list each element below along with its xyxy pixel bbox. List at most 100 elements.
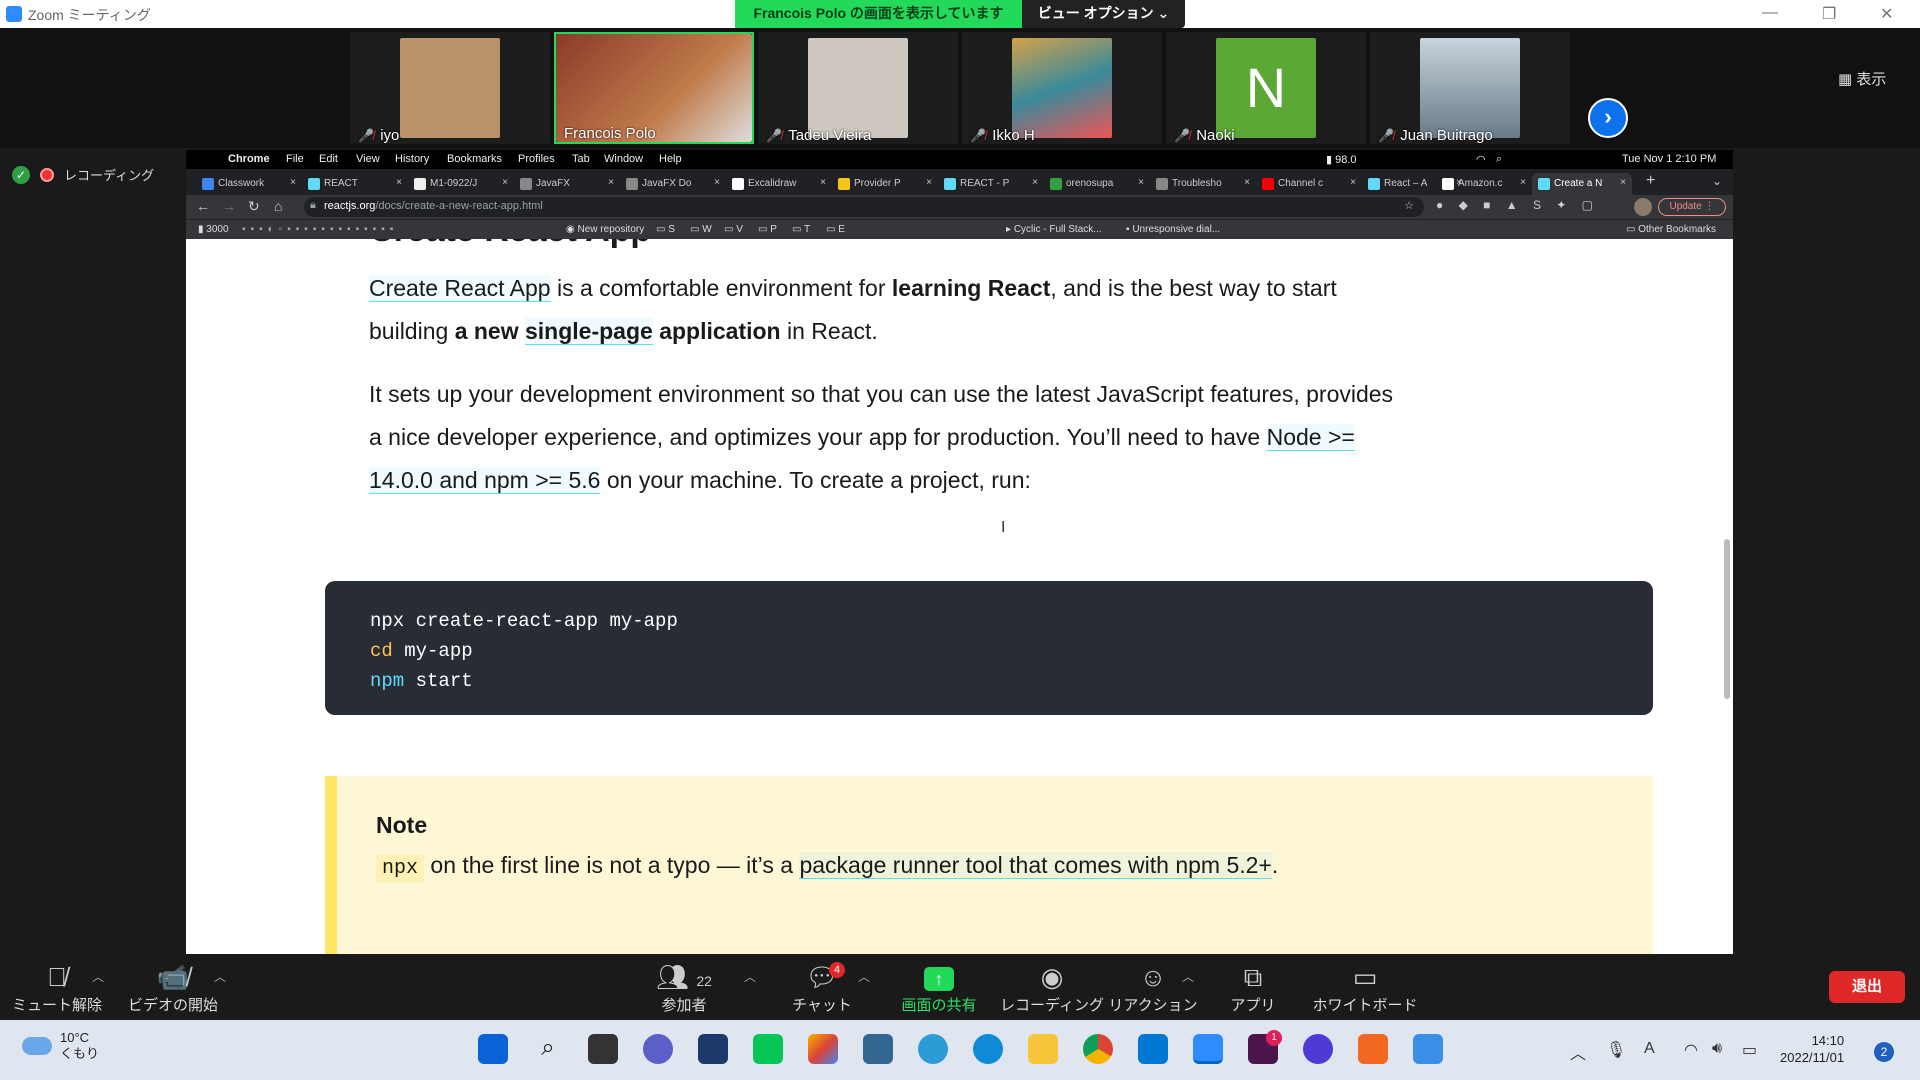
- app-icon[interactable]: [918, 1034, 948, 1064]
- whiteboard-button[interactable]: ▭ ホワイトボード: [1310, 960, 1420, 1015]
- start-icon[interactable]: [478, 1034, 508, 1064]
- close-tab-icon[interactable]: ×: [608, 177, 614, 188]
- view-button[interactable]: ▦ 表示: [1838, 68, 1886, 89]
- view-options-button[interactable]: ビュー オプション ⌄: [1022, 0, 1185, 28]
- menu-edit[interactable]: Edit: [319, 153, 338, 165]
- browser-tab-active[interactable]: Create a N ×: [1532, 173, 1632, 195]
- participants-button[interactable]: 👥︎ 22 参加者: [629, 960, 739, 1015]
- bookmark-folder[interactable]: ▭ S: [656, 224, 675, 235]
- participant-tile[interactable]: 🎤̸ iyo: [350, 32, 550, 144]
- chat-caret[interactable]: ︿: [858, 968, 870, 985]
- notification-badge[interactable]: 2: [1874, 1042, 1894, 1062]
- edge-icon[interactable]: [973, 1034, 1003, 1064]
- bookmark-folder[interactable]: ▭ P: [758, 224, 777, 235]
- microphone-icon[interactable]: 🎙︎: [1606, 1040, 1626, 1060]
- tray-chevron-icon[interactable]: ︿: [1570, 1040, 1586, 1064]
- teams-chat-icon[interactable]: [643, 1034, 673, 1064]
- bookmark-folder[interactable]: ▭ T: [792, 224, 810, 235]
- bookmark-item[interactable]: ▪ Unresponsive dial...: [1126, 224, 1220, 235]
- close-tab-icon[interactable]: ×: [1620, 177, 1626, 188]
- participant-tile[interactable]: N 🎤̸ Naoki: [1166, 32, 1366, 144]
- bookmark-item[interactable]: ▮ 3000: [198, 224, 229, 235]
- app-icon[interactable]: [1303, 1034, 1333, 1064]
- close-tab-icon[interactable]: ×: [396, 177, 402, 188]
- participant-tile[interactable]: 🎤̸ Juan Buitrago: [1370, 32, 1570, 144]
- browser-tab[interactable]: REACT ×: [302, 173, 408, 195]
- browser-tab[interactable]: Excalidraw ×: [726, 173, 832, 195]
- close-tab-icon[interactable]: ×: [926, 177, 932, 188]
- single-page-link[interactable]: single-page: [525, 318, 653, 345]
- menu-file[interactable]: File: [286, 153, 304, 165]
- menu-help[interactable]: Help: [659, 153, 682, 165]
- browser-tab[interactable]: JavaFX Do ×: [620, 173, 726, 195]
- recording-indicator[interactable]: ✓ レコーディング: [12, 165, 154, 184]
- close-tab-icon[interactable]: ×: [1520, 177, 1526, 188]
- new-tab-icon[interactable]: +: [1646, 172, 1655, 190]
- back-icon[interactable]: ←: [196, 198, 210, 214]
- menu-chrome[interactable]: Chrome: [228, 153, 270, 165]
- vscode-icon[interactable]: [1138, 1034, 1168, 1064]
- create-react-app-link[interactable]: Create React App: [369, 275, 551, 302]
- close-tab-icon[interactable]: ×: [714, 177, 720, 188]
- close-tab-icon[interactable]: ×: [1350, 177, 1356, 188]
- leave-button[interactable]: 退出: [1829, 971, 1905, 1003]
- menubar-clock[interactable]: Tue Nov 1 2:10 PM: [1622, 153, 1716, 165]
- taskbar-clock[interactable]: 14:10 2022/11/01: [1780, 1032, 1844, 1066]
- video-options-caret[interactable]: ︿: [214, 968, 226, 985]
- home-icon[interactable]: ⌂: [274, 198, 282, 214]
- extensions-icons[interactable]: ● ◆ ■ ▲ S ✦ ▢: [1436, 198, 1599, 212]
- wifi-icon[interactable]: ◠: [1476, 153, 1486, 166]
- close-tab-icon[interactable]: ×: [820, 177, 826, 188]
- browser-tab[interactable]: Amazon.c ×: [1436, 173, 1532, 195]
- profile-avatar[interactable]: [1634, 198, 1652, 216]
- close-tab-icon[interactable]: ×: [502, 177, 508, 188]
- browser-tab[interactable]: Troublesho ×: [1150, 173, 1256, 195]
- participant-tile[interactable]: 🎤̸ Ikko H: [962, 32, 1162, 144]
- browser-tab[interactable]: M1-0922/J ×: [408, 173, 514, 195]
- update-button[interactable]: Update ⋮: [1658, 198, 1726, 216]
- zoom-taskbar-icon[interactable]: [1193, 1034, 1223, 1064]
- browser-tab[interactable]: orenosupa ×: [1044, 173, 1150, 195]
- volume-icon[interactable]: 🔊︎: [1712, 1040, 1722, 1058]
- menu-view[interactable]: View: [356, 153, 380, 165]
- bookmark-star-icon[interactable]: ☆: [1404, 199, 1414, 212]
- browser-tab[interactable]: Classwork ×: [196, 173, 302, 195]
- close-icon[interactable]: ✕: [1880, 4, 1893, 24]
- tab-search-icon[interactable]: ⌄: [1712, 174, 1722, 188]
- page-scrollbar[interactable]: [1724, 539, 1730, 699]
- menu-tab[interactable]: Tab: [572, 153, 590, 165]
- task-view-icon[interactable]: [588, 1034, 618, 1064]
- postman-icon[interactable]: [1358, 1034, 1388, 1064]
- other-bookmarks[interactable]: ▭ Other Bookmarks: [1626, 224, 1716, 235]
- browser-tab[interactable]: Channel c ×: [1256, 173, 1362, 195]
- apps-button[interactable]: ⧉ アプリ: [1198, 960, 1308, 1015]
- code-block[interactable]: npx create-react-app my-app cd my-app np…: [325, 581, 1653, 715]
- browser-tab[interactable]: JavaFX ×: [514, 173, 620, 195]
- next-page-button[interactable]: ›: [1588, 98, 1628, 138]
- minimize-icon[interactable]: —: [1762, 4, 1778, 22]
- bookmark-item[interactable]: ▸ Cyclic - Full Stack...: [1006, 224, 1102, 235]
- wifi-icon[interactable]: ◠: [1684, 1040, 1698, 1060]
- ime-icon[interactable]: A: [1644, 1040, 1655, 1058]
- forward-icon[interactable]: →: [222, 198, 236, 214]
- menu-history[interactable]: History: [395, 153, 429, 165]
- reactions-caret[interactable]: ︿: [1182, 968, 1194, 985]
- menu-profiles[interactable]: Profiles: [518, 153, 555, 165]
- close-tab-icon[interactable]: ×: [1244, 177, 1250, 188]
- bookmark-item[interactable]: ◉ New repository: [566, 224, 644, 235]
- notepad-icon[interactable]: [1413, 1034, 1443, 1064]
- package-runner-link[interactable]: package runner tool that comes with npm …: [799, 852, 1272, 879]
- participant-tile[interactable]: 🎤̸ Tadeu Vieira: [758, 32, 958, 144]
- line-icon[interactable]: [753, 1034, 783, 1064]
- menu-bookmarks[interactable]: Bookmarks: [447, 153, 502, 165]
- bookmark-folder[interactable]: ▭ E: [826, 224, 845, 235]
- browser-tab[interactable]: Provider P ×: [832, 173, 938, 195]
- battery-icon[interactable]: ▮ 98.0: [1326, 153, 1357, 166]
- browser-tab[interactable]: REACT - P ×: [938, 173, 1044, 195]
- weather-widget[interactable]: 10°C くもり: [22, 1030, 99, 1062]
- start-video-button[interactable]: 📹̸ ビデオの開始: [118, 960, 228, 1015]
- app-icon[interactable]: [698, 1034, 728, 1064]
- reload-icon[interactable]: ↻: [248, 198, 260, 215]
- close-tab-icon[interactable]: ×: [1138, 177, 1144, 188]
- restore-icon[interactable]: ❐: [1822, 4, 1836, 24]
